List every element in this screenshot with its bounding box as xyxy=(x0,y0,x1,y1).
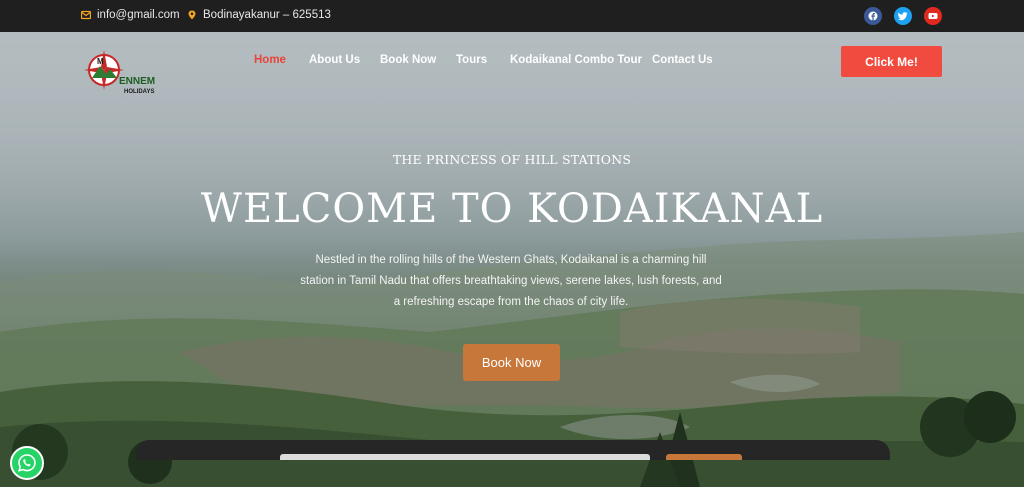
nav-about-us[interactable]: About Us xyxy=(309,54,360,66)
hero-description-line: a refreshing escape from the chaos of ci… xyxy=(393,296,629,308)
whatsapp-button[interactable] xyxy=(10,446,44,480)
nav-book-now[interactable]: Book Now xyxy=(380,54,436,66)
nav-home[interactable]: Home xyxy=(254,54,286,66)
hero-title: WELCOME TO KODAIKANAL xyxy=(200,186,824,232)
youtube-link[interactable] xyxy=(924,7,942,25)
location-text: Bodinayakanur – 625513 xyxy=(203,9,331,21)
hero-description-line: Nestled in the rolling hills of the West… xyxy=(315,254,707,266)
facebook-link[interactable] xyxy=(864,7,882,25)
booking-submit-button[interactable] xyxy=(666,454,742,460)
logo-subtitle: HOLIDAYS xyxy=(124,89,154,95)
hero-description: Nestled in the rolling hills of the West… xyxy=(296,250,726,313)
ennem-holidays-logo[interactable]: M ENNEM HOLIDAYS xyxy=(82,48,162,98)
hero-subtitle: THE PRINCESS OF HILL STATIONS xyxy=(392,152,632,167)
compass-logo-icon: M ENNEM HOLIDAYS xyxy=(84,50,155,95)
hero-section: M ENNEM HOLIDAYS Home About Us Book Now … xyxy=(0,32,1024,487)
map-pin-icon xyxy=(188,10,196,20)
location-contact: Bodinayakanur – 625513 xyxy=(187,9,331,21)
envelope-icon xyxy=(81,10,91,20)
nav-kodaikanal-combo-tour[interactable]: Kodaikanal Combo Tour xyxy=(510,54,642,66)
logo-name: ENNEM xyxy=(119,76,155,87)
youtube-icon xyxy=(928,13,938,19)
logo-letter: M xyxy=(97,57,104,66)
booking-input-field[interactable] xyxy=(280,454,650,460)
twitter-icon xyxy=(898,12,908,21)
facebook-icon xyxy=(868,11,878,21)
nav-contact-us[interactable]: Contact Us xyxy=(652,54,713,66)
click-me-button[interactable]: Click Me! xyxy=(841,46,942,77)
hero-description-line: station in Tamil Nadu that offers breath… xyxy=(300,275,722,287)
twitter-link[interactable] xyxy=(894,7,912,25)
hero-book-now-button[interactable]: Book Now xyxy=(463,344,560,381)
nav-tours[interactable]: Tours xyxy=(456,54,487,66)
top-bar: info@gmail.com Bodinayakanur – 625513 xyxy=(0,0,1024,32)
email-contact[interactable]: info@gmail.com xyxy=(81,9,180,21)
whatsapp-icon xyxy=(18,454,36,472)
email-text: info@gmail.com xyxy=(97,9,180,21)
